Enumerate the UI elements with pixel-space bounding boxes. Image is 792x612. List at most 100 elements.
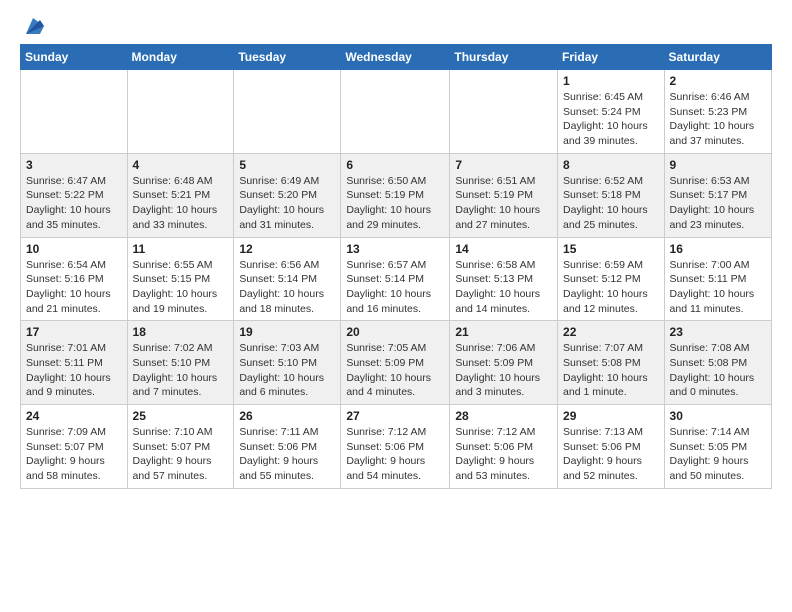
day-number: 10 bbox=[26, 242, 122, 256]
day-number: 30 bbox=[670, 409, 766, 423]
day-info: Sunrise: 7:12 AM Sunset: 5:06 PM Dayligh… bbox=[455, 425, 552, 484]
day-number: 27 bbox=[346, 409, 444, 423]
weekday-header-wednesday: Wednesday bbox=[341, 45, 450, 70]
calendar-cell: 12 Sunrise: 6:56 AM Sunset: 5:14 PM Dayli… bbox=[234, 237, 341, 321]
day-number: 29 bbox=[563, 409, 659, 423]
calendar-cell bbox=[341, 70, 450, 154]
day-number: 8 bbox=[563, 158, 659, 172]
day-number: 24 bbox=[26, 409, 122, 423]
day-number: 13 bbox=[346, 242, 444, 256]
day-number: 18 bbox=[133, 325, 229, 339]
day-number: 17 bbox=[26, 325, 122, 339]
week-row-4: 17 Sunrise: 7:01 AM Sunset: 5:11 PM Dayli… bbox=[21, 321, 772, 405]
calendar-cell: 14 Sunrise: 6:58 AM Sunset: 5:13 PM Dayli… bbox=[450, 237, 558, 321]
logo-icon bbox=[22, 16, 44, 38]
day-number: 23 bbox=[670, 325, 766, 339]
calendar-cell: 22 Sunrise: 7:07 AM Sunset: 5:08 PM Dayli… bbox=[558, 321, 665, 405]
day-number: 9 bbox=[670, 158, 766, 172]
day-info: Sunrise: 7:09 AM Sunset: 5:07 PM Dayligh… bbox=[26, 425, 122, 484]
calendar-cell bbox=[127, 70, 234, 154]
weekday-header-friday: Friday bbox=[558, 45, 665, 70]
day-info: Sunrise: 6:59 AM Sunset: 5:12 PM Dayligh… bbox=[563, 258, 659, 317]
day-number: 7 bbox=[455, 158, 552, 172]
day-info: Sunrise: 7:00 AM Sunset: 5:11 PM Dayligh… bbox=[670, 258, 766, 317]
calendar-cell: 28 Sunrise: 7:12 AM Sunset: 5:06 PM Dayli… bbox=[450, 405, 558, 489]
calendar-cell bbox=[21, 70, 128, 154]
day-info: Sunrise: 6:51 AM Sunset: 5:19 PM Dayligh… bbox=[455, 174, 552, 233]
day-number: 2 bbox=[670, 74, 766, 88]
day-number: 14 bbox=[455, 242, 552, 256]
day-info: Sunrise: 7:11 AM Sunset: 5:06 PM Dayligh… bbox=[239, 425, 335, 484]
day-info: Sunrise: 7:06 AM Sunset: 5:09 PM Dayligh… bbox=[455, 341, 552, 400]
day-number: 26 bbox=[239, 409, 335, 423]
calendar-cell: 3 Sunrise: 6:47 AM Sunset: 5:22 PM Daylig… bbox=[21, 153, 128, 237]
day-info: Sunrise: 6:56 AM Sunset: 5:14 PM Dayligh… bbox=[239, 258, 335, 317]
day-info: Sunrise: 6:57 AM Sunset: 5:14 PM Dayligh… bbox=[346, 258, 444, 317]
day-info: Sunrise: 6:46 AM Sunset: 5:23 PM Dayligh… bbox=[670, 90, 766, 149]
day-info: Sunrise: 6:47 AM Sunset: 5:22 PM Dayligh… bbox=[26, 174, 122, 233]
day-info: Sunrise: 7:13 AM Sunset: 5:06 PM Dayligh… bbox=[563, 425, 659, 484]
calendar-cell: 15 Sunrise: 6:59 AM Sunset: 5:12 PM Dayli… bbox=[558, 237, 665, 321]
weekday-header-tuesday: Tuesday bbox=[234, 45, 341, 70]
day-info: Sunrise: 6:53 AM Sunset: 5:17 PM Dayligh… bbox=[670, 174, 766, 233]
day-number: 6 bbox=[346, 158, 444, 172]
calendar-cell: 19Sunrise: 7:03 AM Sunset: 5:10 PM Dayli… bbox=[234, 321, 341, 405]
day-number: 16 bbox=[670, 242, 766, 256]
logo bbox=[20, 16, 44, 34]
calendar-cell bbox=[234, 70, 341, 154]
day-info: Sunrise: 7:12 AM Sunset: 5:06 PM Dayligh… bbox=[346, 425, 444, 484]
day-number: 28 bbox=[455, 409, 552, 423]
day-number: 5 bbox=[239, 158, 335, 172]
calendar-cell: 21 Sunrise: 7:06 AM Sunset: 5:09 PM Dayli… bbox=[450, 321, 558, 405]
day-number: 21 bbox=[455, 325, 552, 339]
calendar-cell: 5Sunrise: 6:49 AM Sunset: 5:20 PM Daylig… bbox=[234, 153, 341, 237]
day-info: Sunrise: 7:07 AM Sunset: 5:08 PM Dayligh… bbox=[563, 341, 659, 400]
day-number: 15 bbox=[563, 242, 659, 256]
day-info: Sunrise: 6:50 AM Sunset: 5:19 PM Dayligh… bbox=[346, 174, 444, 233]
day-info: Sunrise: 6:55 AM Sunset: 5:15 PM Dayligh… bbox=[133, 258, 229, 317]
calendar: SundayMondayTuesdayWednesdayThursdayFrid… bbox=[20, 44, 772, 489]
calendar-cell: 20Sunrise: 7:05 AM Sunset: 5:09 PM Dayli… bbox=[341, 321, 450, 405]
day-info: Sunrise: 7:10 AM Sunset: 5:07 PM Dayligh… bbox=[133, 425, 229, 484]
weekday-header-monday: Monday bbox=[127, 45, 234, 70]
calendar-cell: 9 Sunrise: 6:53 AM Sunset: 5:17 PM Daylig… bbox=[664, 153, 771, 237]
day-number: 22 bbox=[563, 325, 659, 339]
week-row-1: 1 Sunrise: 6:45 AM Sunset: 5:24 PM Daylig… bbox=[21, 70, 772, 154]
calendar-cell: 2 Sunrise: 6:46 AM Sunset: 5:23 PM Daylig… bbox=[664, 70, 771, 154]
day-info: Sunrise: 6:52 AM Sunset: 5:18 PM Dayligh… bbox=[563, 174, 659, 233]
calendar-cell: 23Sunrise: 7:08 AM Sunset: 5:08 PM Dayli… bbox=[664, 321, 771, 405]
page: SundayMondayTuesdayWednesdayThursdayFrid… bbox=[0, 0, 792, 505]
day-number: 12 bbox=[239, 242, 335, 256]
calendar-cell: 29 Sunrise: 7:13 AM Sunset: 5:06 PM Dayli… bbox=[558, 405, 665, 489]
day-number: 1 bbox=[563, 74, 659, 88]
day-info: Sunrise: 6:54 AM Sunset: 5:16 PM Dayligh… bbox=[26, 258, 122, 317]
calendar-cell: 25Sunrise: 7:10 AM Sunset: 5:07 PM Dayli… bbox=[127, 405, 234, 489]
week-row-5: 24 Sunrise: 7:09 AM Sunset: 5:07 PM Dayli… bbox=[21, 405, 772, 489]
weekday-header-row: SundayMondayTuesdayWednesdayThursdayFrid… bbox=[21, 45, 772, 70]
calendar-cell: 27 Sunrise: 7:12 AM Sunset: 5:06 PM Dayli… bbox=[341, 405, 450, 489]
day-number: 3 bbox=[26, 158, 122, 172]
weekday-header-saturday: Saturday bbox=[664, 45, 771, 70]
day-info: Sunrise: 6:58 AM Sunset: 5:13 PM Dayligh… bbox=[455, 258, 552, 317]
calendar-cell: 1 Sunrise: 6:45 AM Sunset: 5:24 PM Daylig… bbox=[558, 70, 665, 154]
header bbox=[20, 16, 772, 34]
weekday-header-thursday: Thursday bbox=[450, 45, 558, 70]
day-info: Sunrise: 6:45 AM Sunset: 5:24 PM Dayligh… bbox=[563, 90, 659, 149]
day-number: 20 bbox=[346, 325, 444, 339]
calendar-cell: 4Sunrise: 6:48 AM Sunset: 5:21 PM Daylig… bbox=[127, 153, 234, 237]
day-info: Sunrise: 7:01 AM Sunset: 5:11 PM Dayligh… bbox=[26, 341, 122, 400]
calendar-cell: 24 Sunrise: 7:09 AM Sunset: 5:07 PM Dayli… bbox=[21, 405, 128, 489]
week-row-2: 3 Sunrise: 6:47 AM Sunset: 5:22 PM Daylig… bbox=[21, 153, 772, 237]
calendar-cell: 18 Sunrise: 7:02 AM Sunset: 5:10 PM Dayli… bbox=[127, 321, 234, 405]
calendar-cell bbox=[450, 70, 558, 154]
day-info: Sunrise: 7:03 AM Sunset: 5:10 PM Dayligh… bbox=[239, 341, 335, 400]
day-info: Sunrise: 7:02 AM Sunset: 5:10 PM Dayligh… bbox=[133, 341, 229, 400]
calendar-cell: 7 Sunrise: 6:51 AM Sunset: 5:19 PM Daylig… bbox=[450, 153, 558, 237]
day-info: Sunrise: 6:48 AM Sunset: 5:21 PM Dayligh… bbox=[133, 174, 229, 233]
calendar-cell: 6 Sunrise: 6:50 AM Sunset: 5:19 PM Daylig… bbox=[341, 153, 450, 237]
week-row-3: 10 Sunrise: 6:54 AM Sunset: 5:16 PM Dayli… bbox=[21, 237, 772, 321]
calendar-cell: 26 Sunrise: 7:11 AM Sunset: 5:06 PM Dayli… bbox=[234, 405, 341, 489]
calendar-cell: 11Sunrise: 6:55 AM Sunset: 5:15 PM Dayli… bbox=[127, 237, 234, 321]
calendar-cell: 13 Sunrise: 6:57 AM Sunset: 5:14 PM Dayli… bbox=[341, 237, 450, 321]
calendar-cell: 16 Sunrise: 7:00 AM Sunset: 5:11 PM Dayli… bbox=[664, 237, 771, 321]
